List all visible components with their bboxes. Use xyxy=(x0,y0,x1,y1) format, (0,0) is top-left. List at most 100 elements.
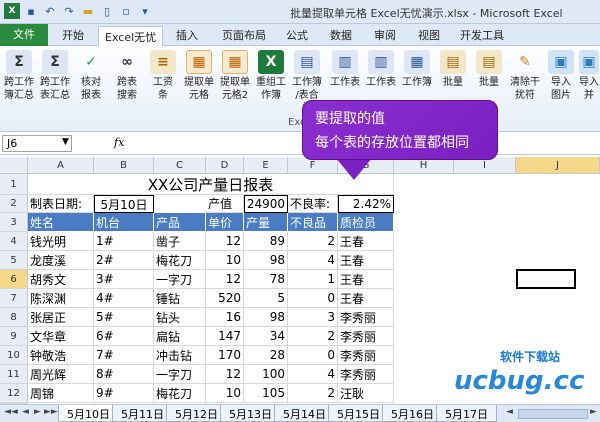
batch-button-2[interactable]: ▤ 批量 xyxy=(474,50,504,89)
cell-b2-date[interactable]: 5月10日 xyxy=(94,195,154,213)
tab-insert[interactable]: 插入 xyxy=(176,27,198,43)
tab-view[interactable]: 视图 xyxy=(418,27,440,43)
sheet-tab[interactable]: 5月12日 xyxy=(166,405,227,422)
tab-data[interactable]: 数据 xyxy=(330,27,352,43)
row-header[interactable]: 11 xyxy=(0,365,28,384)
table-cell[interactable]: 10 xyxy=(206,384,244,403)
table-cell[interactable]: 李秀丽 xyxy=(338,327,394,346)
cell-f2[interactable]: 不良率: xyxy=(288,195,338,213)
table-cell[interactable]: 文华章 xyxy=(28,327,94,346)
table-cell[interactable]: 10 xyxy=(206,251,244,270)
table-cell[interactable]: 王春 xyxy=(338,232,394,251)
table-cell[interactable]: 钻头 xyxy=(154,308,206,327)
row-header[interactable]: 3 xyxy=(0,213,28,232)
column-header-j[interactable]: J xyxy=(516,157,600,174)
row-header[interactable]: 9 xyxy=(0,327,28,346)
workbook-button[interactable]: ▦ 工作簿 xyxy=(402,50,432,89)
table-cell[interactable]: 周光辉 xyxy=(28,365,94,384)
header-name[interactable]: 姓名 xyxy=(28,213,94,232)
table-cell[interactable]: 2# xyxy=(94,251,154,270)
table-cell[interactable]: 3 xyxy=(288,308,338,327)
cross-workbook-summary-button[interactable]: Σ 跨工作 簿汇总 xyxy=(4,50,34,102)
table-cell[interactable]: 凿子 xyxy=(154,232,206,251)
row-header[interactable]: 4 xyxy=(0,232,28,251)
payslip-button[interactable]: ≡ 工资条 xyxy=(148,50,178,102)
table-cell[interactable]: 6# xyxy=(94,327,154,346)
select-all-corner[interactable] xyxy=(0,157,28,174)
worksheet-button-1[interactable]: ▥ 工作表 xyxy=(330,50,360,89)
table-cell[interactable]: 170 xyxy=(206,346,244,365)
table-cell[interactable]: 扁钻 xyxy=(154,327,206,346)
column-header-e[interactable]: E xyxy=(244,157,288,174)
save-icon[interactable]: ▪ xyxy=(23,3,39,19)
open-folder-icon[interactable]: ▬ xyxy=(80,3,96,19)
table-cell[interactable]: 9# xyxy=(94,384,154,403)
table-cell[interactable]: 1# xyxy=(94,232,154,251)
table-cell[interactable]: 龙度溪 xyxy=(28,251,94,270)
column-header-a[interactable]: A xyxy=(28,157,94,174)
table-cell[interactable]: 钟敬浩 xyxy=(28,346,94,365)
table-cell[interactable]: 147 xyxy=(206,327,244,346)
header-price[interactable]: 单价 xyxy=(206,213,244,232)
row-header[interactable]: 1 xyxy=(0,174,28,195)
cross-sheet-summary-button[interactable]: Σ 跨工作 表汇总 xyxy=(40,50,70,102)
tab-home[interactable]: 开始 xyxy=(62,27,84,43)
table-cell[interactable]: 周锦 xyxy=(28,384,94,403)
table-cell[interactable]: 12 xyxy=(206,270,244,289)
column-header-b[interactable]: B xyxy=(94,157,154,174)
row-header[interactable]: 12 xyxy=(0,384,28,403)
scroll-right-icon[interactable]: ► xyxy=(590,407,597,417)
table-cell[interactable]: 4 xyxy=(288,365,338,384)
header-machine[interactable]: 机台 xyxy=(94,213,154,232)
table-cell[interactable]: 汪耿 xyxy=(338,384,394,403)
tab-formulas[interactable]: 公式 xyxy=(286,27,308,43)
row-header[interactable]: 8 xyxy=(0,308,28,327)
row-header[interactable]: 6 xyxy=(0,270,28,289)
import-button-partial[interactable]: ▣ 导入并 xyxy=(578,50,600,102)
table-cell[interactable]: 105 xyxy=(244,384,288,403)
header-defects[interactable]: 不良品 xyxy=(288,213,338,232)
sheet-tab[interactable]: 5月17日 xyxy=(436,405,497,422)
table-cell[interactable]: 一字刀 xyxy=(154,365,206,384)
new-file-icon[interactable]: ▯ xyxy=(99,3,115,19)
table-cell[interactable]: 李秀丽 xyxy=(338,346,394,365)
header-output[interactable]: 产量 xyxy=(244,213,288,232)
table-cell[interactable]: 520 xyxy=(206,289,244,308)
clear-interference-button[interactable]: ✎ 清除干 扰符 xyxy=(510,50,540,102)
check-report-button[interactable]: ✓ 核对 报表 xyxy=(76,50,106,102)
table-cell[interactable]: 陈深渊 xyxy=(28,289,94,308)
table-cell[interactable]: 张居正 xyxy=(28,308,94,327)
selected-cell-j6[interactable] xyxy=(516,269,576,289)
sheet-tab[interactable]: 5月14日 xyxy=(274,405,335,422)
tab-file[interactable]: 文件 xyxy=(0,24,48,46)
tab-page-layout[interactable]: 页面布局 xyxy=(222,27,266,43)
table-cell[interactable]: 李秀丽 xyxy=(338,365,394,384)
table-cell[interactable]: 梅花刀 xyxy=(154,251,206,270)
table-cell[interactable]: 2 xyxy=(288,327,338,346)
horizontal-scrollbar[interactable] xyxy=(518,409,588,419)
sheet-tab[interactable]: 5月16日 xyxy=(382,405,443,422)
column-header-d[interactable]: D xyxy=(206,157,244,174)
fx-icon[interactable]: fx xyxy=(114,136,124,149)
table-cell[interactable]: 8# xyxy=(94,365,154,384)
cell-a2[interactable]: 制表日期: xyxy=(28,195,94,213)
table-cell[interactable]: 王春 xyxy=(338,251,394,270)
tab-review[interactable]: 审阅 xyxy=(374,27,396,43)
next-sheet-icon[interactable]: ► xyxy=(34,407,41,417)
table-cell[interactable]: 5# xyxy=(94,308,154,327)
table-cell[interactable]: 98 xyxy=(244,251,288,270)
cross-sheet-search-button[interactable]: ∞ 跨表 搜索 xyxy=(112,50,142,102)
column-header-c[interactable]: C xyxy=(154,157,206,174)
table-cell[interactable]: 2 xyxy=(288,232,338,251)
table-cell[interactable]: 89 xyxy=(244,232,288,251)
table-cell[interactable]: 16 xyxy=(206,308,244,327)
reorganize-workbook-button[interactable]: X 重组工 作簿 xyxy=(256,50,286,102)
table-cell[interactable]: 4 xyxy=(288,251,338,270)
table-cell[interactable]: 34 xyxy=(244,327,288,346)
table-cell[interactable]: 胡秀文 xyxy=(28,270,94,289)
extract-cell-button[interactable]: ▦ 提取单 元格 xyxy=(184,50,214,102)
tab-developer[interactable]: 开发工具 xyxy=(460,27,504,43)
extract-cell-2-button[interactable]: ▦ 提取单 元格2 xyxy=(220,50,250,102)
first-sheet-icon[interactable]: ◄◄ xyxy=(4,407,18,417)
table-cell[interactable]: 王春 xyxy=(338,289,394,308)
